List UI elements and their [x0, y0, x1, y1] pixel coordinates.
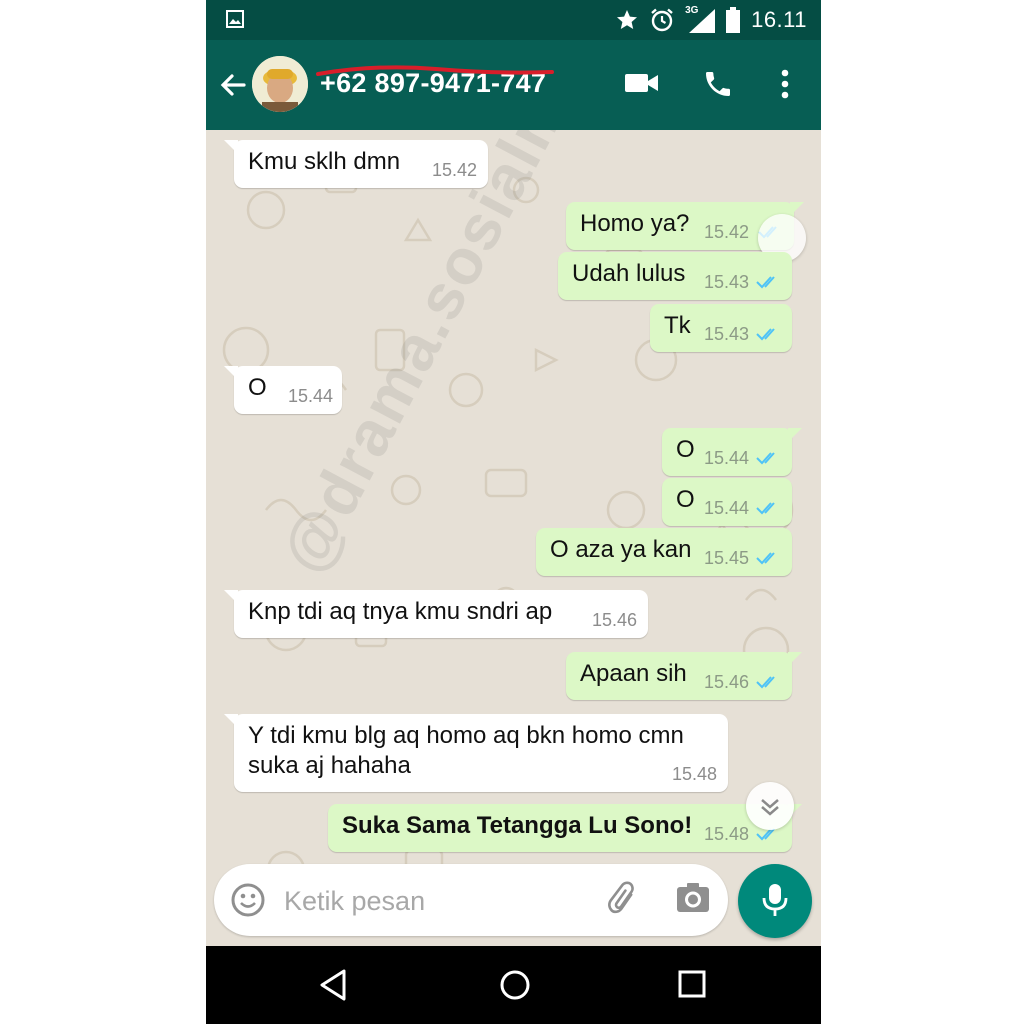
read-ticks-icon: [756, 676, 775, 689]
message-bubble-incoming[interactable]: Kmu sklh dmn 15.42: [224, 140, 488, 188]
message-text: Y tdi kmu blg aq homo aq bkn homo cmn: [248, 722, 684, 749]
chat-area[interactable]: Kmu sklh dmn 15.42 Homo ya? 15.42 Udah l…: [206, 130, 821, 946]
read-ticks-icon: [756, 552, 775, 565]
read-ticks-icon: [756, 328, 775, 341]
message-time: 15.42: [704, 222, 750, 242]
message-bubble-incoming[interactable]: O 15.44: [224, 366, 342, 414]
more-vert-icon[interactable]: [778, 68, 792, 100]
message-text: Tk: [664, 312, 691, 339]
message-bubble-outgoing[interactable]: O 15.44: [662, 478, 792, 526]
message-text: Kmu sklh dmn: [248, 148, 401, 175]
back-arrow-icon[interactable]: [218, 66, 248, 104]
message-time: 15.45: [704, 548, 750, 568]
message-bubble-outgoing[interactable]: O 15.44: [662, 428, 802, 476]
message-text: Homo ya?: [580, 210, 690, 237]
star-icon: [617, 10, 638, 29]
scroll-to-bottom-button[interactable]: [746, 782, 794, 830]
message-time: 15.46: [592, 610, 638, 630]
image-icon: [226, 10, 244, 28]
message-text: O: [676, 436, 695, 463]
message-bubble-outgoing[interactable]: Tk 15.43: [650, 304, 792, 352]
redaction-scribble: [316, 65, 554, 76]
message-time: 15.44: [704, 448, 750, 468]
message-time: 15.44: [704, 498, 750, 518]
alarm-icon: [651, 8, 673, 32]
nav-recents-icon[interactable]: [678, 970, 706, 998]
read-ticks-icon: [756, 276, 775, 289]
nav-home-icon[interactable]: [498, 968, 532, 1002]
message-time: 15.43: [704, 324, 750, 344]
message-text: Apaan sih: [580, 660, 687, 687]
status-bar: 3G 16.11: [206, 0, 821, 40]
message-text: O: [248, 374, 267, 401]
message-text: Udah lulus: [572, 260, 686, 287]
message-text-line2: suka aj hahaha: [248, 752, 411, 779]
clock: 16.11: [751, 7, 807, 32]
voice-record-button[interactable]: [738, 864, 812, 938]
attach-icon[interactable]: [606, 880, 642, 920]
message-bubble-outgoing[interactable]: Apaan sih 15.46: [566, 652, 802, 700]
message-input-bar[interactable]: Ketik pesan: [214, 864, 728, 936]
message-time: 15.48: [672, 764, 718, 784]
mic-icon: [762, 884, 788, 916]
message-time: 15.46: [704, 672, 750, 692]
message-bubble-incoming[interactable]: Y tdi kmu blg aq homo aq bkn homo cmn su…: [224, 714, 728, 792]
message-text: Suka Sama Tetangga Lu Sono!: [342, 812, 693, 839]
read-ticks-icon: [756, 502, 775, 515]
phone-icon[interactable]: [702, 68, 734, 100]
navigation-bar: [206, 946, 821, 1024]
video-call-icon[interactable]: [624, 70, 660, 96]
message-time: 15.43: [704, 272, 750, 292]
message-input-placeholder[interactable]: Ketik pesan: [284, 886, 425, 917]
camera-icon[interactable]: [676, 882, 710, 914]
message-time: 15.44: [288, 386, 334, 406]
nav-back-icon[interactable]: [318, 968, 348, 1002]
chat-header: +62 897-9471-747: [206, 40, 821, 130]
emoji-icon[interactable]: [230, 882, 266, 918]
battery-icon: [726, 7, 741, 33]
message-time: 15.48: [704, 824, 750, 844]
message-bubble-outgoing[interactable]: Udah lulus 15.43: [558, 252, 792, 300]
message-text: O: [676, 486, 695, 513]
chevron-down-icon: [761, 799, 779, 816]
read-ticks-icon: [756, 452, 775, 465]
message-bubble-outgoing[interactable]: O aza ya kan 15.45: [536, 528, 792, 576]
message-bubble-incoming[interactable]: Knp tdi aq tnya kmu sndri ap 15.46: [224, 590, 648, 638]
avatar[interactable]: [252, 56, 308, 112]
phone-screen: 3G 16.11 +62 897-9471-747 Kmu sklh dmn 1…: [206, 0, 821, 1024]
message-bubble-outgoing[interactable]: Suka Sama Tetangga Lu Sono! 15.48: [328, 804, 802, 852]
signal-icon: 3G: [685, 5, 716, 33]
message-text: O aza ya kan: [550, 536, 692, 563]
message-text: Knp tdi aq tnya kmu sndri ap: [248, 598, 553, 625]
